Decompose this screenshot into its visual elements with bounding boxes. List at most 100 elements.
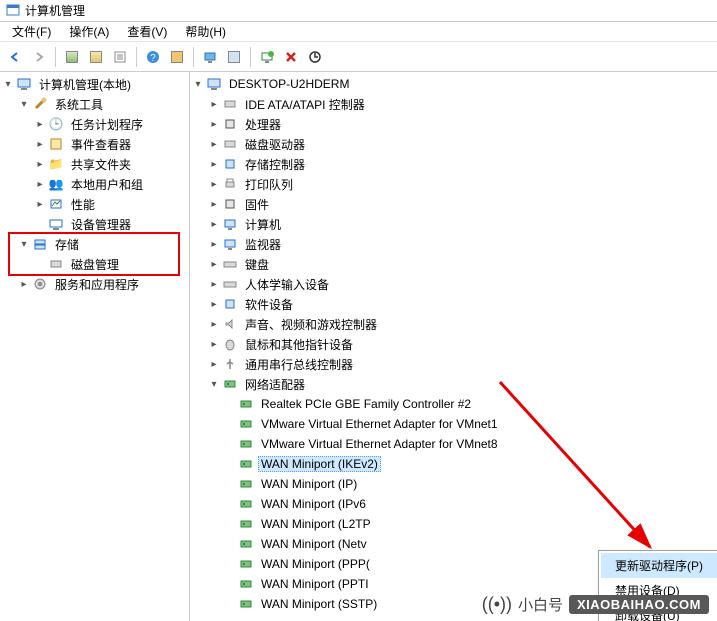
expand-icon[interactable]: ▾: [192, 78, 204, 90]
expand-icon[interactable]: ▸: [34, 178, 46, 190]
properties-button[interactable]: [109, 46, 131, 68]
expand-icon[interactable]: ▸: [18, 278, 30, 290]
tree-local-users[interactable]: ▸👥本地用户和组: [32, 174, 189, 194]
category-icon: [222, 336, 238, 352]
network-adapter-item[interactable]: Realtek PCIe GBE Family Controller #2: [222, 394, 717, 414]
nav-back-button[interactable]: [4, 46, 26, 68]
device-category[interactable]: ▸处理器: [206, 114, 717, 134]
expand-icon[interactable]: ▸: [34, 118, 46, 130]
device-category[interactable]: ▸计算机: [206, 214, 717, 234]
watermark-url: XIAOBAIHAO.COM: [569, 595, 709, 614]
tree-disk-mgmt[interactable]: 磁盘管理: [32, 254, 189, 274]
svg-text:?: ?: [150, 53, 156, 64]
tree-system-tools[interactable]: ▾ 系统工具: [16, 94, 189, 114]
network-adapter-item[interactable]: WAN Miniport (IKEv2): [222, 454, 717, 474]
expand-icon[interactable]: ▸: [34, 158, 46, 170]
tree-shared-folders[interactable]: ▸📁共享文件夹: [32, 154, 189, 174]
network-category-icon: [222, 376, 238, 392]
menu-view[interactable]: 查看(V): [119, 21, 175, 42]
expand-icon[interactable]: ▾: [18, 238, 30, 250]
show-hide-tree-button[interactable]: [61, 46, 83, 68]
category-icon: [222, 156, 238, 172]
network-adapter-icon: [238, 556, 254, 572]
expand-icon[interactable]: ▸: [208, 318, 220, 330]
toolbar-sep: [250, 47, 251, 67]
network-adapter-item[interactable]: VMware Virtual Ethernet Adapter for VMne…: [222, 434, 717, 454]
expand-icon[interactable]: ▸: [208, 98, 220, 110]
category-icon: [222, 256, 238, 272]
expand-icon[interactable]: ▸: [208, 238, 220, 250]
nav-forward-button[interactable]: [28, 46, 50, 68]
tree-performance[interactable]: ▸性能: [32, 194, 189, 214]
update-driver-button[interactable]: [304, 46, 326, 68]
device-category[interactable]: ▸存储控制器: [206, 154, 717, 174]
network-adapter-item[interactable]: VMware Virtual Ethernet Adapter for VMne…: [222, 414, 717, 434]
expand-icon[interactable]: ▸: [208, 258, 220, 270]
computer-mgmt-icon: [16, 76, 32, 92]
tools-icon: [32, 96, 48, 112]
expand-icon[interactable]: ▸: [208, 198, 220, 210]
network-adapter-item[interactable]: WAN Miniport (IP): [222, 474, 717, 494]
expand-icon[interactable]: ▾: [18, 98, 30, 110]
menu-file[interactable]: 文件(F): [4, 21, 59, 42]
category-icon: [222, 356, 238, 372]
tree-storage[interactable]: ▾ 存储: [16, 234, 189, 254]
network-adapter-item[interactable]: WAN Miniport (IPv6: [222, 494, 717, 514]
uninstall-button[interactable]: [280, 46, 302, 68]
storage-icon: [32, 236, 48, 252]
tree-root[interactable]: ▾ 计算机管理(本地): [0, 74, 189, 94]
tree-device-manager[interactable]: 设备管理器: [32, 214, 189, 234]
expand-icon[interactable]: ▸: [208, 298, 220, 310]
device-category[interactable]: ▸键盘: [206, 254, 717, 274]
network-adapter-icon: [238, 416, 254, 432]
clock-icon: 🕒: [48, 116, 64, 132]
device-category[interactable]: ▸打印队列: [206, 174, 717, 194]
expand-icon[interactable]: ▸: [34, 198, 46, 210]
expand-icon[interactable]: ▸: [208, 118, 220, 130]
device-category[interactable]: ▸通用串行总线控制器: [206, 354, 717, 374]
expand-icon[interactable]: ▸: [208, 358, 220, 370]
device-category[interactable]: ▸软件设备: [206, 294, 717, 314]
expand-icon[interactable]: ▾: [208, 378, 220, 390]
tree-task-scheduler[interactable]: ▸🕒任务计划程序: [32, 114, 189, 134]
device-root[interactable]: ▾ DESKTOP-U2HDERM: [190, 74, 717, 94]
tree-event-viewer[interactable]: ▸事件查看器: [32, 134, 189, 154]
help-button[interactable]: ?: [142, 46, 164, 68]
console-tree[interactable]: ▾ 计算机管理(本地) ▾ 系统工具 ▸🕒任务计划程序: [0, 72, 190, 621]
menu-action[interactable]: 操作(A): [61, 21, 117, 42]
device-category[interactable]: ▸磁盘驱动器: [206, 134, 717, 154]
device-category-network[interactable]: ▾网络适配器: [206, 374, 717, 394]
scan-hardware-button[interactable]: [256, 46, 278, 68]
device-category[interactable]: ▸鼠标和其他指针设备: [206, 334, 717, 354]
toolbar-btn-2[interactable]: [85, 46, 107, 68]
device-category[interactable]: ▸声音、视频和游戏控制器: [206, 314, 717, 334]
network-adapter-icon: [238, 476, 254, 492]
tree-services-apps[interactable]: ▸ 服务和应用程序: [16, 274, 189, 294]
ctx-update-driver[interactable]: 更新驱动程序(P): [601, 553, 717, 578]
expand-icon[interactable]: ▸: [208, 138, 220, 150]
device-category[interactable]: ▸固件: [206, 194, 717, 214]
device-tree-panel[interactable]: ▾ DESKTOP-U2HDERM ▸IDE ATA/ATAPI 控制器▸处理器…: [190, 72, 717, 621]
toolbar-btn-4[interactable]: [223, 46, 245, 68]
monitor-button[interactable]: [199, 46, 221, 68]
device-mgr-icon: [48, 216, 64, 232]
category-icon: [222, 116, 238, 132]
device-category[interactable]: ▸监视器: [206, 234, 717, 254]
device-category[interactable]: ▸人体学输入设备: [206, 274, 717, 294]
toolbar-btn-3[interactable]: [166, 46, 188, 68]
expand-icon[interactable]: ▸: [208, 178, 220, 190]
network-adapter-item[interactable]: WAN Miniport (L2TP: [222, 514, 717, 534]
menu-help[interactable]: 帮助(H): [177, 21, 234, 42]
expand-icon[interactable]: ▸: [34, 138, 46, 150]
expand-icon[interactable]: ▾: [2, 78, 14, 90]
expand-icon[interactable]: ▸: [208, 338, 220, 350]
device-category[interactable]: ▸IDE ATA/ATAPI 控制器: [206, 94, 717, 114]
expand-icon[interactable]: ▸: [208, 278, 220, 290]
watermark: ((•)) 小白号 XIAOBAIHAO.COM: [482, 594, 709, 615]
menubar: 文件(F) 操作(A) 查看(V) 帮助(H): [0, 22, 717, 42]
expand-icon[interactable]: ▸: [208, 158, 220, 170]
expand-icon[interactable]: ▸: [208, 218, 220, 230]
network-adapter-icon: [238, 576, 254, 592]
category-icon: [222, 316, 238, 332]
network-adapter-icon: [238, 516, 254, 532]
